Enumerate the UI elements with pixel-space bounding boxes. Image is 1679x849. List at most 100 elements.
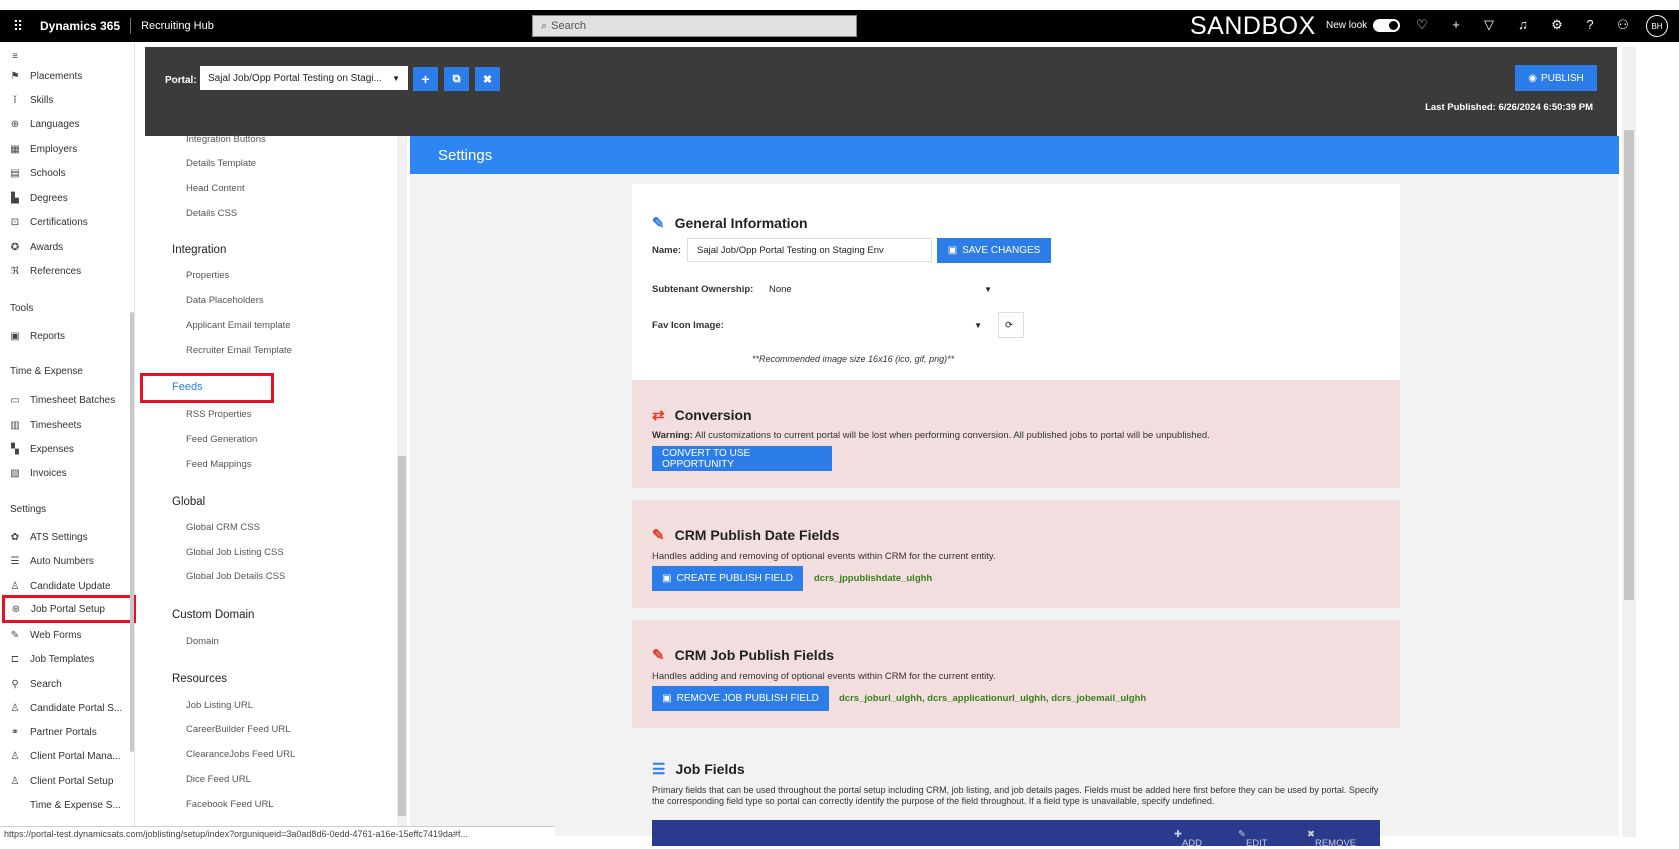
top-margin <box>0 0 1679 10</box>
nav-item-employers[interactable]: ▦ Employers <box>8 139 128 159</box>
panel-link-applicant-email[interactable]: Applicant Email template <box>186 320 291 331</box>
hub-name[interactable]: Recruiting Hub <box>141 20 214 32</box>
panel-link-job-listing-url[interactable]: Job Listing URL <box>186 700 253 711</box>
globe-icon: ⊕ <box>10 118 20 130</box>
add-portal-button[interactable]: + <box>413 67 438 91</box>
global-search-box[interactable]: ⌕ Search <box>532 15 857 37</box>
edit-job-field-button[interactable]: ✎ EDIT <box>1238 829 1268 849</box>
nav-item-search[interactable]: ⚲ Search <box>8 674 128 694</box>
remove-job-field-button[interactable]: ✖ REMOVE <box>1307 829 1356 849</box>
panel-scrollbar-thumb[interactable] <box>398 456 406 816</box>
nav-item-partner-portals[interactable]: ⚭ Partner Portals <box>8 722 128 742</box>
nav-group-time-expense: Time & Expense <box>10 366 83 377</box>
app-launcher-icon[interactable]: ⠿ <box>2 18 34 35</box>
hamburger-icon: ≡ <box>12 50 18 62</box>
left-nav-scrollbar[interactable] <box>130 312 134 752</box>
panel-link-properties[interactable]: Properties <box>186 270 229 281</box>
panel-link-head-content[interactable]: Head Content <box>186 183 245 194</box>
person-icon: ♙ <box>10 750 20 762</box>
reports-icon: ▣ <box>10 330 20 342</box>
panel-link-clearancejobs-feed-url[interactable]: ClearanceJobs Feed URL <box>186 749 295 760</box>
template-icon: ⊏ <box>10 653 20 665</box>
panel-link-domain[interactable]: Domain <box>186 636 219 647</box>
panel-link-feed-generation[interactable]: Feed Generation <box>186 434 257 445</box>
hamburger-menu[interactable]: ≡ <box>8 46 128 66</box>
new-look-toggle[interactable] <box>1373 19 1400 32</box>
nav-item-client-portal-management[interactable]: ♙ Client Portal Mana... <box>8 746 128 766</box>
expense-icon: ▚ <box>11 443 19 455</box>
main-scrollbar-thumb[interactable] <box>1624 130 1634 600</box>
edit-icon: ✎ <box>652 527 665 544</box>
panel-link-global-job-listing-css[interactable]: Global Job Listing CSS <box>186 547 284 558</box>
nav-item-ats-settings[interactable]: ✿ ATS Settings <box>8 527 128 547</box>
chevron-down-icon: ▼ <box>974 320 982 330</box>
nav-item-placements[interactable]: ⚑ Placements <box>8 66 128 86</box>
panel-link-rss-properties[interactable]: RSS Properties <box>186 409 251 420</box>
convert-to-opportunity-button[interactable]: CONVERT TO USE OPPORTUNITY <box>652 446 832 471</box>
panel-link-integration-buttons[interactable]: Integration Buttons <box>186 134 266 145</box>
delete-portal-button[interactable]: ✖ <box>475 67 500 91</box>
remove-job-publish-field-button[interactable]: ▣ REMOVE JOB PUBLISH FIELD <box>652 686 829 711</box>
job-fields-description: Primary fields that can be used througho… <box>652 785 1379 806</box>
panel-link-feed-mappings[interactable]: Feed Mappings <box>186 459 251 470</box>
nav-item-awards[interactable]: ✪ Awards <box>8 237 128 257</box>
nav-item-job-templates[interactable]: ⊏ Job Templates <box>8 649 128 669</box>
nav-item-languages[interactable]: ⊕ Languages <box>8 114 128 134</box>
help-icon[interactable]: ? <box>1581 17 1599 32</box>
person-icon: ♙ <box>10 702 20 714</box>
panel-link-dice-feed-url[interactable]: Dice Feed URL <box>186 774 251 785</box>
environment-label: SANDBOX <box>1190 12 1316 40</box>
copy-portal-button[interactable]: ⧉ <box>444 67 469 91</box>
nav-item-job-portal-setup[interactable]: ⊛ Job Portal Setup <box>2 595 136 623</box>
panel-link-facebook-feed-url[interactable]: Facebook Feed URL <box>186 799 274 810</box>
panel-link-details-css[interactable]: Details CSS <box>186 208 237 219</box>
nav-item-degrees[interactable]: ▙ Degrees <box>8 188 128 208</box>
refresh-button[interactable]: ⟳ <box>998 312 1024 338</box>
favicon-select[interactable]: ▼ <box>752 313 992 337</box>
panel-link-recruiter-email[interactable]: Recruiter Email Template <box>186 345 292 356</box>
panel-link-details-template[interactable]: Details Template <box>186 158 256 169</box>
name-input[interactable]: Sajal Job/Opp Portal Testing on Staging … <box>687 238 932 262</box>
panel-link-global-job-details-css[interactable]: Global Job Details CSS <box>186 571 285 582</box>
avatar[interactable]: BH <box>1646 15 1668 37</box>
panel-link-global-crm-css[interactable]: Global CRM CSS <box>186 522 260 533</box>
edit-icon: ✎ <box>652 215 665 232</box>
nav-item-client-portal-setup[interactable]: ♙ Client Portal Setup <box>8 771 128 791</box>
nav-item-web-forms[interactable]: ✎ Web Forms <box>8 625 128 645</box>
job-fields-title: ☰ Job Fields <box>652 761 745 778</box>
name-label: Name: <box>652 245 682 256</box>
nav-item-skills[interactable]: ǐ Skills <box>8 90 128 110</box>
filter-icon[interactable]: ▽ <box>1480 17 1498 33</box>
nav-item-auto-numbers[interactable]: ☰ Auto Numbers <box>8 551 128 571</box>
panel-link-data-placeholders[interactable]: Data Placeholders <box>186 295 264 306</box>
nav-item-candidate-portal[interactable]: ♙ Candidate Portal S... <box>8 698 128 718</box>
plus-icon[interactable]: + <box>1447 17 1465 32</box>
status-url: https://portal-test.dynamicsats.com/jobl… <box>0 826 555 841</box>
nav-group-settings: Settings <box>10 504 47 515</box>
nav-item-time-expense-settings[interactable]: Time & Expense S... <box>8 795 128 815</box>
lightbulb-icon[interactable]: ♡ <box>1413 17 1431 33</box>
gear-icon[interactable]: ⚙ <box>1548 17 1566 33</box>
save-icon: ▣ <box>662 693 672 704</box>
subtenant-select[interactable]: None ▼ <box>760 277 1002 301</box>
nav-item-invoices[interactable]: ▧ Invoices <box>8 463 128 483</box>
globe-icon: ◉ <box>1528 72 1537 84</box>
create-publish-field-button[interactable]: ▣ CREATE PUBLISH FIELD <box>652 566 803 591</box>
nav-item-reports[interactable]: ▣ Reports <box>8 326 128 346</box>
panel-link-careerbuilder-feed-url[interactable]: CareerBuilder Feed URL <box>186 724 291 735</box>
nav-item-candidate-update[interactable]: ♙ Candidate Update <box>8 576 128 596</box>
nav-item-certifications[interactable]: ⊡ Certifications <box>8 212 128 232</box>
publish-button[interactable]: ◉ PUBLISH <box>1515 65 1597 91</box>
nav-item-schools[interactable]: ▤ Schools <box>8 163 128 183</box>
nav-item-timesheets[interactable]: ▥ Timesheets <box>8 415 128 435</box>
nav-item-references[interactable]: ℜ References <box>8 261 128 281</box>
copilot-icon[interactable]: ⚇ <box>1614 17 1632 33</box>
save-changes-button[interactable]: ▣ SAVE CHANGES <box>937 238 1051 263</box>
app-name[interactable]: Dynamics 365 <box>40 19 120 33</box>
nav-item-expenses[interactable]: ▚ Expenses <box>8 439 128 459</box>
nav-item-timesheet-batches[interactable]: ▭ Timesheet Batches <box>8 390 128 410</box>
portal-select[interactable]: Sajal Job/Opp Portal Testing on Stagi...… <box>200 66 408 90</box>
bell-icon[interactable]: ♫ <box>1514 17 1532 32</box>
add-job-field-button[interactable]: ✚ ADD <box>1174 829 1202 849</box>
certification-icon: ⊡ <box>10 216 20 228</box>
